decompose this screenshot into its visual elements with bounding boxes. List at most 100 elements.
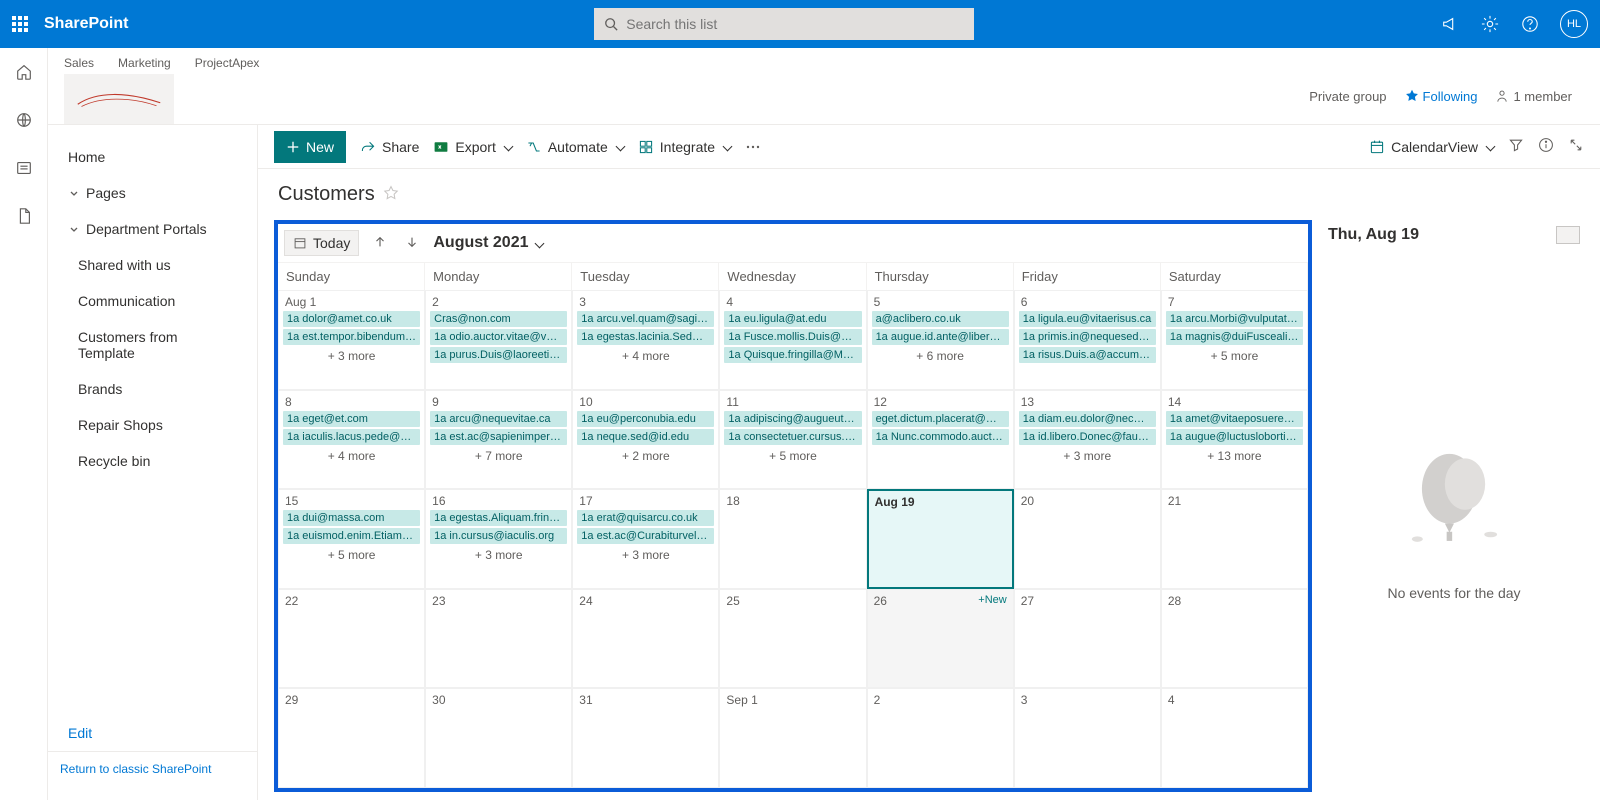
calendar-cell[interactable]: 2	[867, 688, 1014, 788]
search-input[interactable]	[626, 16, 964, 32]
calendar-event[interactable]: 1a arcu.Morbi@vulputate…	[1166, 311, 1303, 327]
calendar-cell[interactable]: Aug 11a dolor@amet.co.uk1a est.tempor.bi…	[278, 290, 425, 390]
calendar-cell[interactable]: 22	[278, 589, 425, 689]
help-icon[interactable]	[1520, 14, 1540, 34]
nav-item[interactable]: Home	[48, 139, 257, 175]
month-selector[interactable]: August 2021	[433, 234, 542, 252]
calendar-event[interactable]: 1a eu.ligula@at.edu	[724, 311, 861, 327]
calendar-cell[interactable]: 31	[572, 688, 719, 788]
next-month-button[interactable]	[401, 231, 423, 256]
calendar-cell[interactable]: 171a erat@quisarcu.co.uk1a est.ac@Curabi…	[572, 489, 719, 589]
calendar-event[interactable]: 1a est.ac@sapienimperdi…	[430, 429, 567, 445]
calendar-event[interactable]: 1a Quisque.fringilla@Mor…	[724, 347, 861, 363]
calendar-event[interactable]: 1a in.cursus@iaculis.org	[430, 528, 567, 544]
calendar-cell[interactable]: 61a ligula.eu@vitaerisus.ca1a primis.in@…	[1014, 290, 1161, 390]
more-events[interactable]: + 6 more	[872, 347, 1009, 363]
calendar-event[interactable]: 1a adipiscing@augueut.ca	[724, 411, 861, 427]
calendar-event[interactable]: 1a egestas.lacinia.Sed@ve…	[577, 329, 714, 345]
more-events[interactable]: + 2 more	[577, 447, 714, 463]
more-events[interactable]: + 3 more	[430, 546, 567, 562]
prev-month-button[interactable]	[369, 231, 391, 256]
calendar-cell[interactable]: 161a egestas.Aliquam.fringil…1a in.cursu…	[425, 489, 572, 589]
more-events[interactable]: + 4 more	[283, 447, 420, 463]
overflow-button[interactable]	[745, 139, 761, 155]
calendar-event[interactable]: 1a odio.auctor.vitae@vel…	[430, 329, 567, 345]
calendar-cell[interactable]: 25	[719, 589, 866, 689]
news-icon[interactable]	[8, 152, 40, 184]
calendar-event[interactable]: a@aclibero.co.uk	[872, 311, 1009, 327]
favorite-button[interactable]	[383, 185, 399, 204]
calendar-event[interactable]: 1a magnis@duiFuscealiqu…	[1166, 329, 1303, 345]
members-button[interactable]: 1 member	[1495, 89, 1572, 104]
calendar-cell[interactable]: 20	[1014, 489, 1161, 589]
site-tab[interactable]: Marketing	[118, 56, 171, 70]
today-button[interactable]: Today	[284, 230, 359, 256]
nav-item[interactable]: Customers from Template	[48, 319, 257, 371]
calendar-event[interactable]: 1a ligula.eu@vitaerisus.ca	[1019, 311, 1156, 327]
more-events[interactable]: + 4 more	[577, 347, 714, 363]
calendar-event[interactable]: 1a augue.id.ante@libero…	[872, 329, 1009, 345]
calendar-cell[interactable]: 3	[1014, 688, 1161, 788]
share-button[interactable]: Share	[360, 139, 419, 155]
nav-item[interactable]: Pages	[48, 175, 257, 211]
calendar-event[interactable]: 1a egestas.Aliquam.fringil…	[430, 510, 567, 526]
calendar-event[interactable]: 1a eget@et.com	[283, 411, 420, 427]
calendar-cell[interactable]: 21	[1161, 489, 1308, 589]
calendar-cell[interactable]: 24	[572, 589, 719, 689]
calendar-cell[interactable]: 26+New	[867, 589, 1014, 689]
globe-icon[interactable]	[8, 104, 40, 136]
gear-icon[interactable]	[1480, 14, 1500, 34]
calendar-event[interactable]: 1a id.libero.Donec@fauci…	[1019, 429, 1156, 445]
calendar-event[interactable]: Cras@non.com	[430, 311, 567, 327]
add-new-inline[interactable]: +New	[978, 594, 1006, 606]
calendar-cell[interactable]: 29	[278, 688, 425, 788]
calendar-event[interactable]: 1a est.tempor.bibendum…	[283, 329, 420, 345]
site-logo[interactable]	[64, 74, 174, 124]
calendar-event[interactable]: 1a eu@perconubia.edu	[577, 411, 714, 427]
calendar-event[interactable]: 1a euismod.enim.Etiam@…	[283, 528, 420, 544]
calendar-event[interactable]: 1a erat@quisarcu.co.uk	[577, 510, 714, 526]
calendar-event[interactable]: 1a iaculis.lacus.pede@ultr…	[283, 429, 420, 445]
calendar-event[interactable]: 1a est.ac@Curabiturvel.co…	[577, 528, 714, 544]
expand-button[interactable]	[1568, 137, 1584, 156]
calendar-cell[interactable]: 81a eget@et.com1a iaculis.lacus.pede@ult…	[278, 390, 425, 490]
calendar-cell[interactable]: 141a amet@vitaeposuereat…1a augue@luctus…	[1161, 390, 1308, 490]
more-events[interactable]: + 3 more	[577, 546, 714, 562]
calendar-event[interactable]: 1a arcu.vel.quam@sagitti…	[577, 311, 714, 327]
calendar-cell[interactable]: 151a dui@massa.com1a euismod.enim.Etiam@…	[278, 489, 425, 589]
calendar-event[interactable]: 1a amet@vitaeposuereat…	[1166, 411, 1303, 427]
calendar-cell[interactable]: 18	[719, 489, 866, 589]
avatar[interactable]: HL	[1560, 10, 1588, 38]
calendar-cell[interactable]: Sep 1	[719, 688, 866, 788]
calendar-cell[interactable]: 111a adipiscing@augueut.ca1a consectetue…	[719, 390, 866, 490]
nav-item[interactable]: Repair Shops	[48, 407, 257, 443]
calendar-cell[interactable]: 30	[425, 688, 572, 788]
calendar-event[interactable]: eget.dictum.placerat@ma…	[872, 411, 1009, 427]
more-events[interactable]: + 3 more	[283, 347, 420, 363]
calendar-cell[interactable]: 101a eu@perconubia.edu1a neque.sed@id.ed…	[572, 390, 719, 490]
calendar-event[interactable]: 1a Nunc.commodo.auctor…	[872, 429, 1009, 445]
more-events[interactable]: + 7 more	[430, 447, 567, 463]
more-events[interactable]: + 5 more	[724, 447, 861, 463]
calendar-cell[interactable]: 5a@aclibero.co.uk1a augue.id.ante@libero…	[867, 290, 1014, 390]
calendar-event[interactable]: 1a arcu@nequevitae.ca	[430, 411, 567, 427]
calendar-cell[interactable]: 12eget.dictum.placerat@ma…1a Nunc.commod…	[867, 390, 1014, 490]
files-icon[interactable]	[8, 200, 40, 232]
calendar-cell[interactable]: 31a arcu.vel.quam@sagitti…1a egestas.lac…	[572, 290, 719, 390]
megaphone-icon[interactable]	[1440, 14, 1460, 34]
calendar-event[interactable]: 1a dolor@amet.co.uk	[283, 311, 420, 327]
calendar-event[interactable]: 1a Fusce.mollis.Duis@orci…	[724, 329, 861, 345]
integrate-button[interactable]: Integrate	[638, 139, 731, 155]
filter-button[interactable]	[1508, 137, 1524, 156]
calendar-event[interactable]: 1a augue@luctuslobortis…	[1166, 429, 1303, 445]
view-selector[interactable]: CalendarView	[1369, 139, 1494, 155]
calendar-cell[interactable]: 91a arcu@nequevitae.ca1a est.ac@sapienim…	[425, 390, 572, 490]
calendar-cell[interactable]: 71a arcu.Morbi@vulputate…1a magnis@duiFu…	[1161, 290, 1308, 390]
site-tab[interactable]: ProjectApex	[195, 56, 260, 70]
calendar-event[interactable]: 1a purus.Duis@laoreetips…	[430, 347, 567, 363]
panel-toggle[interactable]	[1556, 226, 1580, 244]
nav-item[interactable]: Brands	[48, 371, 257, 407]
calendar-cell[interactable]: 27	[1014, 589, 1161, 689]
calendar-cell[interactable]: 4	[1161, 688, 1308, 788]
nav-item[interactable]: Shared with us	[48, 247, 257, 283]
